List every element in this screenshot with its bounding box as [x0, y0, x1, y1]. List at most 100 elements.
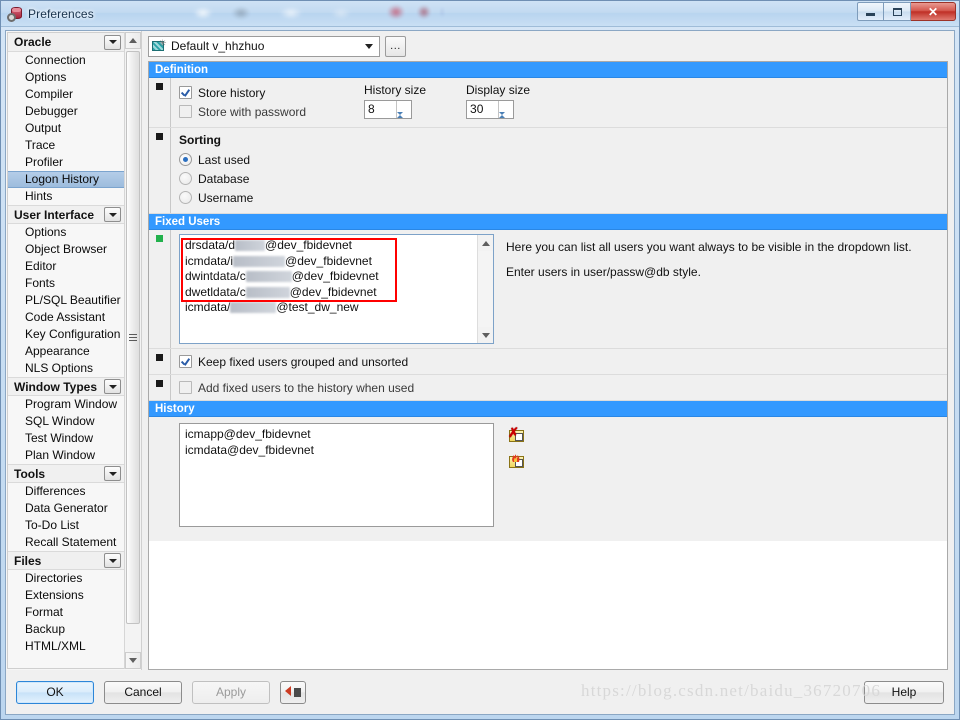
store-with-password-checkbox[interactable]	[179, 105, 192, 118]
sidebar-item-hints[interactable]: Hints	[8, 188, 124, 205]
chevron-down-icon[interactable]	[104, 207, 121, 222]
tree-group-files[interactable]: Files	[8, 551, 124, 570]
fixed-user-entry[interactable]: dwintdata/c @dev_fbidevnet	[185, 269, 477, 285]
sorting-option-database[interactable]: Database	[179, 169, 947, 188]
preferences-tree[interactable]: Oracle Connection Options Compiler Debugger O…	[7, 32, 124, 669]
fixed-users-text[interactable]: drsdata/d @dev_fbidevnet icmdata/i @dev_fbi…	[180, 235, 477, 343]
fixed-users-scrollbar[interactable]	[477, 235, 493, 343]
sidebar-item-editor[interactable]: Editor	[8, 258, 124, 275]
preference-set-options-button[interactable]: ...	[385, 35, 406, 57]
history-entry[interactable]: icmdata@dev_fbidevnet	[185, 443, 493, 459]
sidebar-item-sql-window[interactable]: SQL Window	[8, 413, 124, 430]
chevron-down-icon[interactable]	[104, 379, 121, 394]
sorting-option-username[interactable]: Username	[179, 188, 947, 207]
sidebar-item-options[interactable]: Options	[8, 69, 124, 86]
fixed-user-entry[interactable]: dwetldata/c @dev_fbidevnet	[185, 285, 477, 301]
fixed-user-entry[interactable]: icmdata/i @dev_fbidevnet	[185, 254, 477, 270]
sidebar-item-trace[interactable]: Trace	[8, 137, 124, 154]
sidebar-item-program-window[interactable]: Program Window	[8, 396, 124, 413]
minimize-button[interactable]	[857, 2, 884, 21]
history-size-value[interactable]: 8	[365, 101, 396, 118]
sorting-option-last-used[interactable]: Last used	[179, 150, 947, 169]
history-size-stepper[interactable]: 8	[364, 100, 412, 129]
radio-username[interactable]	[179, 191, 192, 204]
fixed-user-entry[interactable]: icmdata/ @test_dw_new	[185, 300, 477, 316]
sidebar-item-nls-options[interactable]: NLS Options	[8, 360, 124, 377]
sidebar-item-extensions[interactable]: Extensions	[8, 587, 124, 604]
maximize-button[interactable]	[884, 2, 911, 21]
sidebar-item-object-browser[interactable]: Object Browser	[8, 241, 124, 258]
apply-button[interactable]: Apply	[192, 680, 270, 704]
tree-scroll-thumb[interactable]	[126, 51, 140, 624]
tree-group-window-types[interactable]: Window Types	[8, 377, 124, 396]
tree-group-user-interface[interactable]: User Interface	[8, 205, 124, 224]
display-size-decrement[interactable]	[499, 112, 513, 129]
sidebar-item-connection[interactable]: Connection	[8, 52, 124, 69]
display-size-stepper[interactable]: 30	[466, 100, 515, 129]
chevron-down-icon[interactable]	[361, 38, 377, 55]
fixed-user-prefix: drsdata/d	[185, 238, 236, 252]
tree-group-tools[interactable]: Tools	[8, 464, 124, 483]
fixed-user-entry[interactable]: drsdata/d @dev_fbidevnet	[185, 238, 477, 254]
close-button[interactable]: ✕	[911, 2, 956, 21]
dialog-body: Oracle Connection Options Compiler Debugger O…	[6, 31, 954, 670]
history-entry[interactable]: icmapp@dev_fbidevnet	[185, 427, 493, 443]
sidebar-item-appearance[interactable]: Appearance	[8, 343, 124, 360]
keep-grouped-checkbox-row[interactable]: Keep fixed users grouped and unsorted	[179, 352, 947, 371]
sidebar-item-format[interactable]: Format	[8, 604, 124, 621]
sidebar-item-pl-sql-beautifier[interactable]: PL/SQL Beautifier	[8, 292, 124, 309]
sidebar-item-output[interactable]: Output	[8, 120, 124, 137]
sidebar-item-logon-history[interactable]: Logon History	[8, 171, 124, 188]
fixed-user-prefix: dwetldata/c	[185, 284, 246, 299]
tree-scroll-up-button[interactable]	[125, 32, 141, 49]
tree-scrollbar[interactable]	[124, 32, 141, 669]
sidebar-item-compiler[interactable]: Compiler	[8, 86, 124, 103]
sidebar-item-key-configuration[interactable]: Key Configuration	[8, 326, 124, 343]
chevron-down-icon[interactable]	[104, 34, 121, 50]
sidebar-item-backup[interactable]: Backup	[8, 621, 124, 638]
sidebar-item-debugger[interactable]: Debugger	[8, 103, 124, 120]
sidebar-item-code-assistant[interactable]: Code Assistant	[8, 309, 124, 326]
tree-scroll-down-button[interactable]	[125, 652, 141, 669]
radio-last-used[interactable]	[179, 153, 192, 166]
keep-grouped-checkbox[interactable]	[179, 355, 192, 368]
import-export-button[interactable]	[280, 680, 306, 704]
store-history-checkbox[interactable]	[179, 86, 192, 99]
delete-history-entry-icon[interactable]: ✗	[508, 426, 526, 444]
sidebar-item-test-window[interactable]: Test Window	[8, 430, 124, 447]
sidebar-item-to-do-list[interactable]: To-Do List	[8, 517, 124, 534]
display-size-value[interactable]: 30	[467, 101, 498, 118]
sidebar-item-html-xml[interactable]: HTML/XML	[8, 638, 124, 655]
fixed-users-editor[interactable]: drsdata/d @dev_fbidevnet icmdata/i @dev_fbi…	[179, 234, 494, 344]
sidebar-item-plan-window[interactable]: Plan Window	[8, 447, 124, 464]
store-history-row[interactable]: Store history	[179, 83, 364, 102]
sidebar-item-profiler[interactable]: Profiler	[8, 154, 124, 171]
fixed-users-scroll-down-button[interactable]	[478, 327, 493, 343]
tree-group-label: Oracle	[14, 35, 52, 49]
sidebar-item-differences[interactable]: Differences	[8, 483, 124, 500]
preference-set-combo[interactable]: ✳ Default v_hhzhuo	[148, 35, 380, 57]
radio-database[interactable]	[179, 172, 192, 185]
history-list[interactable]: icmapp@dev_fbidevnet icmdata@dev_fbidevne…	[179, 423, 494, 527]
section-header-history: History	[149, 401, 947, 417]
ok-button[interactable]: OK	[16, 680, 94, 704]
redacted-password	[233, 255, 286, 267]
sidebar-item-recall-statement[interactable]: Recall Statement	[8, 534, 124, 551]
sidebar-item-options[interactable]: Options	[8, 224, 124, 241]
sidebar-item-fonts[interactable]: Fonts	[8, 275, 124, 292]
chevron-down-icon[interactable]	[104, 553, 121, 568]
fixed-users-scroll-up-button[interactable]	[478, 235, 493, 251]
cancel-button[interactable]: Cancel	[104, 680, 182, 704]
history-size-decrement[interactable]	[397, 112, 411, 129]
sidebar-item-directories[interactable]: Directories	[8, 570, 124, 587]
tree-group-oracle[interactable]: Oracle	[8, 33, 124, 52]
store-with-password-row[interactable]: Store with password	[179, 102, 364, 121]
chevron-down-icon[interactable]	[104, 466, 121, 481]
add-to-history-checkbox-row[interactable]: Add fixed users to the history when used	[179, 378, 947, 397]
settings-pane: ✳ Default v_hhzhuo ... Definition Store …	[142, 31, 954, 670]
clear-history-icon[interactable]	[508, 454, 526, 470]
sidebar-item-data-generator[interactable]: Data Generator	[8, 500, 124, 517]
fixed-user-prefix: dwintdata/c	[185, 269, 246, 283]
add-to-history-checkbox[interactable]	[179, 381, 192, 394]
tree-scroll-track[interactable]	[125, 49, 141, 652]
